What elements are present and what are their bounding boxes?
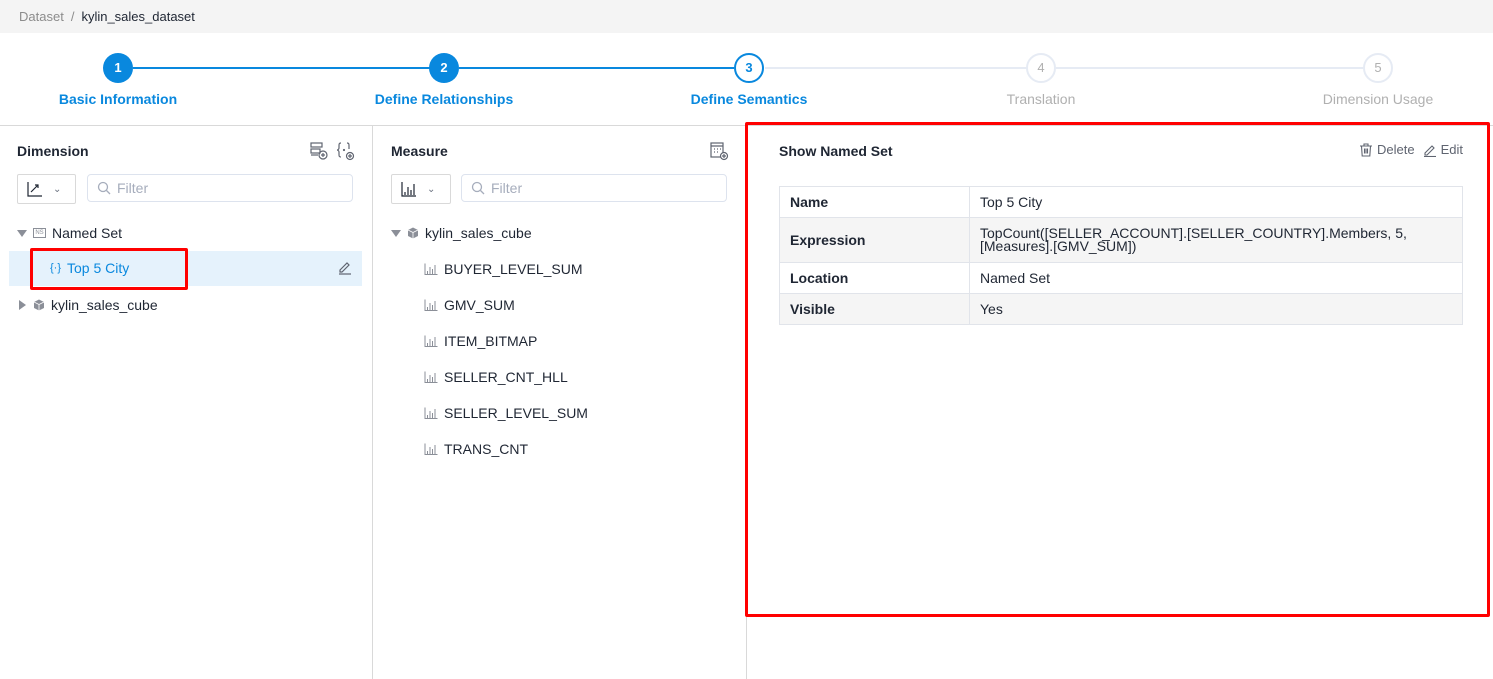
property-key: Name (779, 186, 970, 218)
property-value: TopCount([SELLER_ACCOUNT].[SELLER_COUNTR… (969, 217, 1463, 263)
step-5-label: Dimension Usage (1322, 91, 1434, 107)
search-icon (97, 181, 111, 195)
step-1-label[interactable]: Basic Information (59, 91, 177, 107)
add-named-set-icon[interactable] (336, 141, 356, 161)
table-row: Visible Yes (779, 293, 1463, 325)
measure-icon (424, 443, 444, 455)
step-4-circle: 4 (1026, 53, 1056, 83)
dimension-filter-input[interactable] (117, 180, 317, 196)
property-key: Visible (779, 293, 970, 325)
measure-label: SELLER_LEVEL_SUM (444, 405, 588, 421)
step-4-label: Translation (1006, 91, 1076, 107)
table-row: Name Top 5 City (779, 186, 1463, 218)
search-icon (471, 181, 485, 195)
measure-icon (424, 371, 444, 383)
measure-filter-input[interactable] (491, 180, 691, 196)
edit-icon (1423, 144, 1436, 157)
expression-line: [Measures].[GMV_SUM]) (980, 238, 1137, 254)
dimension-panel-title: Dimension (17, 143, 89, 159)
step-5-circle: 5 (1363, 53, 1393, 83)
measure-label: TRANS_CNT (444, 441, 529, 457)
step-connector (459, 67, 734, 69)
breadcrumb-separator: / (70, 9, 75, 24)
add-hierarchy-icon[interactable] (309, 141, 329, 161)
property-key: Location (779, 262, 970, 294)
step-1-circle[interactable]: 1 (103, 53, 133, 83)
delete-button[interactable]: Delete (1359, 142, 1415, 157)
chevron-down-icon: ⌄ (427, 183, 436, 195)
named-set-brace-icon: {·} (50, 262, 62, 274)
step-3-label[interactable]: Define Semantics (691, 91, 808, 107)
named-set-properties-table: Name Top 5 City Expression TopCount([SEL… (779, 186, 1463, 325)
caret-down-icon[interactable] (391, 229, 401, 237)
measure-label: ITEM_BITMAP (444, 333, 538, 349)
dimension-filter-input-box[interactable] (87, 174, 353, 202)
wizard-steps: 1 Basic Information 2 Define Relationshi… (0, 33, 1493, 125)
breadcrumb-current: kylin_sales_dataset (81, 9, 195, 24)
edit-label: Edit (1440, 142, 1463, 157)
property-value: Yes (969, 293, 1463, 325)
panel-divider (372, 126, 373, 679)
property-value: Named Set (969, 262, 1463, 294)
measure-icon (424, 263, 444, 275)
caret-down-icon[interactable] (17, 229, 27, 237)
step-connector (765, 67, 1027, 69)
breadcrumb: Dataset / kylin_sales_dataset (0, 0, 1493, 33)
measure-item[interactable]: SELLER_CNT_HLL (424, 359, 568, 395)
step-2-circle[interactable]: 2 (429, 53, 459, 83)
table-row: Location Named Set (779, 262, 1463, 294)
edit-button[interactable]: Edit (1423, 142, 1463, 157)
dimension-trend-icon (27, 182, 42, 197)
measure-icon (424, 299, 444, 311)
panel-divider (746, 126, 747, 679)
dimension-type-select[interactable]: ⌄ (17, 174, 76, 204)
bar-chart-icon (401, 182, 416, 197)
chevron-down-icon: ⌄ (53, 183, 62, 195)
measure-icon (424, 335, 444, 347)
trash-icon (1360, 142, 1373, 157)
measure-item[interactable]: ITEM_BITMAP (424, 323, 537, 359)
detail-actions: Delete Edit (1351, 142, 1463, 157)
table-row: Expression TopCount([SELLER_ACCOUNT].[SE… (779, 217, 1463, 263)
measure-icon (424, 407, 444, 419)
property-key: Expression (779, 217, 970, 263)
tree-node-top-5-city[interactable]: {·} Top 5 City (9, 251, 362, 286)
measure-panel-title: Measure (391, 143, 448, 159)
tree-node-named-set[interactable]: NS Named Set (17, 215, 122, 251)
measure-type-select[interactable]: ⌄ (391, 174, 451, 204)
measure-item[interactable]: SELLER_LEVEL_SUM (424, 395, 588, 431)
measure-label: GMV_SUM (444, 297, 515, 313)
property-value: Top 5 City (969, 186, 1463, 218)
measure-item[interactable]: GMV_SUM (424, 287, 515, 323)
step-connector (1056, 67, 1363, 69)
measure-filter-input-box[interactable] (461, 174, 727, 202)
tree-node-kylin-sales-cube[interactable]: kylin_sales_cube (391, 215, 532, 251)
step-3-circle[interactable]: 3 (734, 53, 764, 83)
edit-icon[interactable] (337, 259, 353, 275)
detail-panel-title: Show Named Set (779, 143, 893, 159)
measure-label: SELLER_CNT_HLL (444, 369, 568, 385)
add-calculated-measure-icon[interactable] (709, 141, 729, 161)
tree-node-label: Named Set (52, 225, 123, 241)
tree-node-label: kylin_sales_cube (425, 225, 532, 241)
breadcrumb-dataset-link[interactable]: Dataset (19, 9, 64, 24)
measure-item[interactable]: BUYER_LEVEL_SUM (424, 251, 583, 287)
tree-node-label: kylin_sales_cube (51, 297, 158, 313)
caret-right-icon[interactable] (19, 300, 26, 310)
measure-item[interactable]: TRANS_CNT (424, 431, 528, 467)
tree-node-kylin-sales-cube[interactable]: kylin_sales_cube (17, 287, 158, 323)
measure-label: BUYER_LEVEL_SUM (444, 261, 583, 277)
step-connector (133, 67, 430, 69)
step-2-label[interactable]: Define Relationships (375, 91, 513, 107)
delete-label: Delete (1377, 142, 1415, 157)
cube-icon (33, 299, 45, 311)
named-set-icon: NS (33, 228, 46, 238)
tree-node-label: Top 5 City (67, 260, 130, 276)
cube-icon (407, 227, 419, 239)
